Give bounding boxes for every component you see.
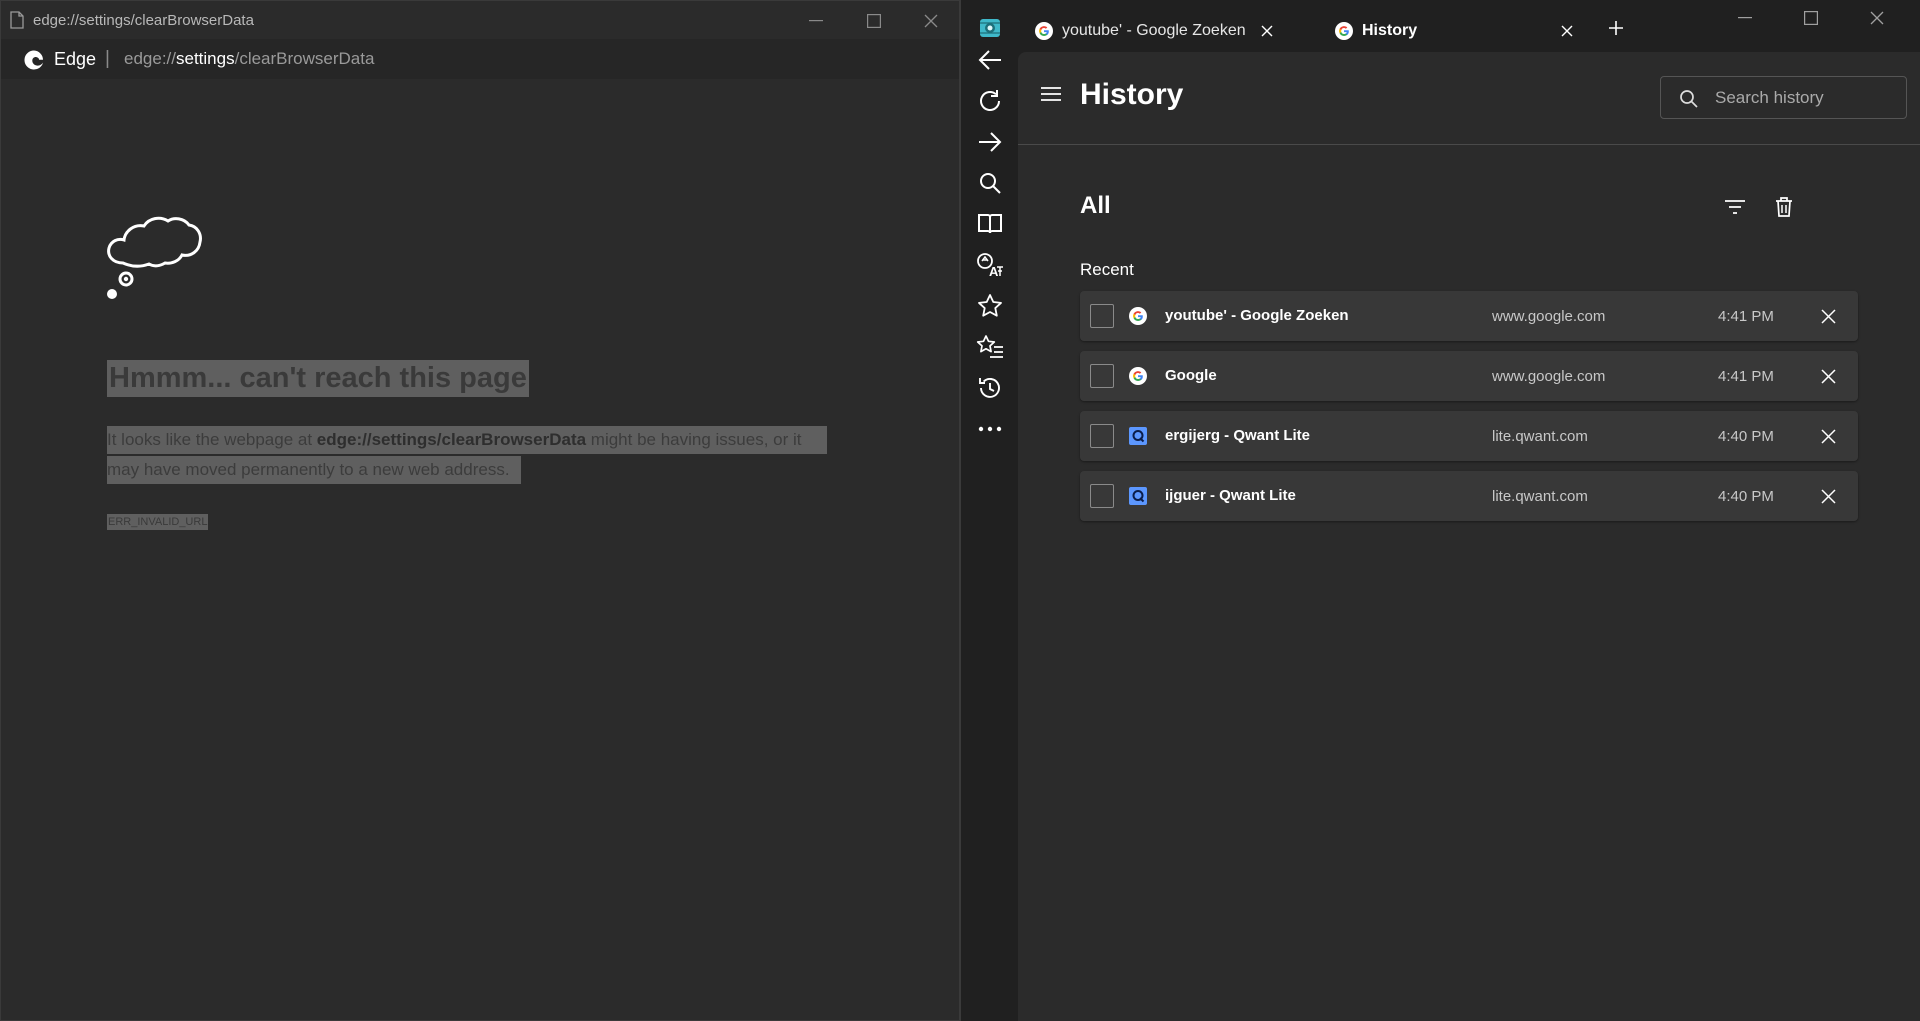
svg-text:A: A bbox=[989, 264, 999, 278]
more-icon[interactable] bbox=[975, 414, 1005, 444]
remove-close-icon[interactable] bbox=[1818, 486, 1838, 506]
tab-history[interactable]: History bbox=[1322, 12, 1600, 50]
error-heading: Hmmm... can't reach this page bbox=[107, 360, 529, 397]
google-g-icon bbox=[1128, 306, 1148, 326]
hamburger-menu-icon[interactable] bbox=[1040, 86, 1062, 102]
google-g-icon bbox=[1334, 21, 1354, 41]
row-title[interactable]: Google bbox=[1165, 367, 1217, 384]
address-url[interactable]: edge://settings/clearBrowserData bbox=[124, 49, 374, 69]
row-title[interactable]: ijguer - Qwant Lite bbox=[1165, 487, 1296, 504]
section-heading: All bbox=[1080, 192, 1111, 219]
error-description-line1: It looks like the webpage at edge://sett… bbox=[107, 426, 827, 454]
favorites-list-icon[interactable] bbox=[975, 332, 1005, 362]
row-domain: www.google.com bbox=[1492, 308, 1606, 325]
remove-close-icon[interactable] bbox=[1818, 366, 1838, 386]
translate-icon[interactable]: A bbox=[975, 250, 1005, 280]
page-icon bbox=[9, 11, 25, 29]
reload-icon[interactable] bbox=[975, 86, 1005, 116]
history-row[interactable]: ijguer - Qwant Lite lite.qwant.com 4:40 … bbox=[1080, 471, 1858, 521]
left-title-bar: edge://settings/clearBrowserData bbox=[1, 1, 959, 39]
search-history-input[interactable] bbox=[1715, 87, 1895, 109]
row-domain: lite.qwant.com bbox=[1492, 488, 1588, 505]
right-browser-window: A youtube' - Google Zoeken History Histo… bbox=[960, 0, 1920, 1021]
history-list: youtube' - Google Zoeken www.google.com … bbox=[1080, 291, 1858, 531]
tab-label: History bbox=[1362, 22, 1418, 39]
remove-close-icon[interactable] bbox=[1818, 306, 1838, 326]
minimize-button[interactable] bbox=[793, 7, 839, 35]
search-history-box[interactable] bbox=[1660, 76, 1907, 119]
address-separator: | bbox=[105, 48, 110, 69]
thought-bubble-icon bbox=[101, 201, 205, 301]
tab-google-search[interactable]: youtube' - Google Zoeken bbox=[1022, 12, 1312, 50]
back-arrow-icon[interactable] bbox=[975, 45, 1005, 75]
qwant-q-icon bbox=[1128, 486, 1148, 506]
close-button[interactable] bbox=[1854, 4, 1900, 32]
history-row[interactable]: Google www.google.com 4:41 PM bbox=[1080, 351, 1858, 401]
row-checkbox[interactable] bbox=[1090, 364, 1114, 388]
side-toolbar: A bbox=[961, 0, 1018, 1021]
tab-label: youtube' - Google Zoeken bbox=[1062, 22, 1246, 39]
maximize-button[interactable] bbox=[1788, 4, 1834, 32]
left-browser-window: edge://settings/clearBrowserData Edge | … bbox=[0, 0, 960, 1021]
search-icon bbox=[1679, 89, 1699, 109]
edge-brand-label: Edge bbox=[54, 49, 97, 69]
group-label: Recent bbox=[1080, 260, 1134, 279]
page-title: History bbox=[1080, 78, 1184, 111]
minimize-button[interactable] bbox=[1722, 4, 1768, 32]
tab-strip: youtube' - Google Zoeken History bbox=[1018, 0, 1920, 52]
remove-close-icon[interactable] bbox=[1818, 426, 1838, 446]
row-checkbox[interactable] bbox=[1090, 304, 1114, 328]
row-checkbox[interactable] bbox=[1090, 424, 1114, 448]
google-g-icon bbox=[1128, 366, 1148, 386]
trash-icon[interactable] bbox=[1770, 193, 1798, 221]
address-bar[interactable]: Edge | edge://settings/clearBrowserData bbox=[1, 39, 959, 79]
app-logo-icon[interactable] bbox=[975, 13, 1005, 43]
row-time: 4:41 PM bbox=[1718, 368, 1774, 385]
row-title[interactable]: ergijerg - Qwant Lite bbox=[1165, 427, 1310, 444]
error-code: ERR_INVALID_URL bbox=[107, 514, 209, 530]
tab-close-icon[interactable] bbox=[1558, 22, 1576, 40]
history-icon[interactable] bbox=[975, 373, 1005, 403]
error-description-line2: may have moved permanently to a new web … bbox=[107, 456, 521, 484]
history-page: History All Recent youtube' - Google Zoe… bbox=[1018, 52, 1920, 1021]
row-domain: lite.qwant.com bbox=[1492, 428, 1588, 445]
reading-view-icon[interactable] bbox=[975, 209, 1005, 239]
history-header: History bbox=[1018, 52, 1920, 145]
row-time: 4:40 PM bbox=[1718, 488, 1774, 505]
row-time: 4:40 PM bbox=[1718, 428, 1774, 445]
close-button[interactable] bbox=[908, 7, 954, 35]
window-title: edge://settings/clearBrowserData bbox=[33, 12, 254, 29]
row-time: 4:41 PM bbox=[1718, 308, 1774, 325]
row-domain: www.google.com bbox=[1492, 368, 1606, 385]
qwant-q-icon bbox=[1128, 426, 1148, 446]
history-row[interactable]: youtube' - Google Zoeken www.google.com … bbox=[1080, 291, 1858, 341]
tab-close-icon[interactable] bbox=[1258, 22, 1276, 40]
row-checkbox[interactable] bbox=[1090, 484, 1114, 508]
row-title[interactable]: youtube' - Google Zoeken bbox=[1165, 307, 1349, 324]
search-icon[interactable] bbox=[975, 168, 1005, 198]
maximize-button[interactable] bbox=[851, 7, 897, 35]
google-g-icon bbox=[1034, 21, 1054, 41]
history-row[interactable]: ergijerg - Qwant Lite lite.qwant.com 4:4… bbox=[1080, 411, 1858, 461]
new-tab-plus-icon[interactable] bbox=[1608, 20, 1624, 36]
star-icon[interactable] bbox=[975, 291, 1005, 321]
edge-logo-icon bbox=[23, 49, 45, 71]
filter-icon[interactable] bbox=[1721, 193, 1749, 221]
forward-arrow-icon[interactable] bbox=[975, 127, 1005, 157]
